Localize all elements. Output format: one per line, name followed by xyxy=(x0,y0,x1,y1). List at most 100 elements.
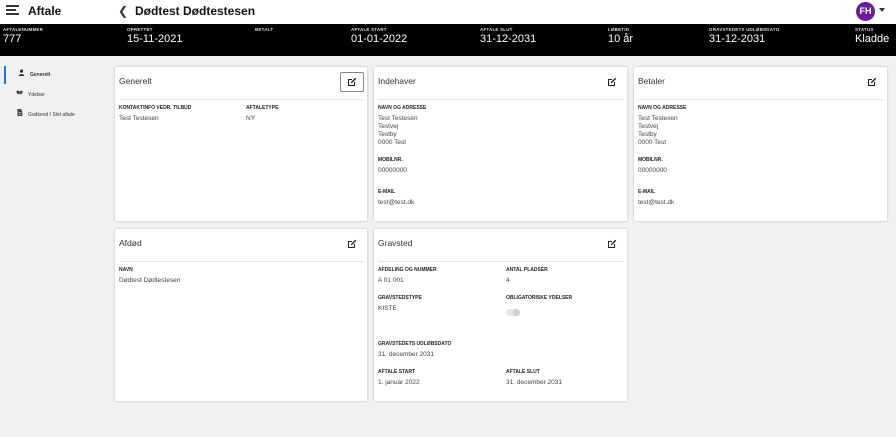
avatar[interactable]: FH xyxy=(856,2,875,21)
card-generelt: Generelt KONTAKTINFO VEDR. TILBUD Test T… xyxy=(115,67,367,221)
field-label: KONTAKTINFO VEDR. TILBUD xyxy=(119,105,192,111)
field-value: KISTE xyxy=(378,305,397,312)
field-value: NY xyxy=(246,115,256,122)
obligatoriske-ydelser-toggle[interactable] xyxy=(506,309,520,316)
card-title: Gravsted xyxy=(378,238,413,248)
field-label: MOBILNR. xyxy=(638,157,663,163)
field-label: AFTALE START xyxy=(378,369,416,375)
edit-icon xyxy=(868,77,877,86)
field-value: 31. december 2031 xyxy=(506,379,563,386)
document-icon xyxy=(16,106,23,124)
info-label: STATUS xyxy=(855,27,874,32)
sidebar-item-ydelser[interactable]: Ydelser xyxy=(4,86,108,104)
field-value: Dødtest Dødtestesen xyxy=(119,277,181,284)
info-label: LØBETID xyxy=(608,27,630,32)
edit-button[interactable] xyxy=(340,72,364,92)
sidebar-nav: Generelt Ydelser Godkend / Slet aftale xyxy=(0,56,110,437)
sidebar-item-godkend-slet[interactable]: Godkend / Slet aftale xyxy=(4,106,108,124)
field-value: A 01 001 xyxy=(378,277,404,284)
field-label: OBLIGATORISKE YDELSER xyxy=(506,295,573,301)
sidebar-item-label: Ydelser xyxy=(28,92,45,98)
card-indehaver: Indehaver NAVN OG ADRESSE Test Testesen … xyxy=(374,67,627,221)
address-line: 0000 Test xyxy=(378,139,407,146)
field-label: MOBILNR. xyxy=(378,157,403,163)
card-title: Indehaver xyxy=(378,76,416,86)
person-icon xyxy=(18,66,25,84)
field-label: NAVN OG ADRESSE xyxy=(378,105,427,111)
field-value: 4 xyxy=(506,277,510,284)
info-value: 10 år xyxy=(608,33,634,45)
info-label: OPRETTET xyxy=(127,27,153,32)
card-title: Generelt xyxy=(119,76,152,86)
field-label: AFTALETYPE xyxy=(246,105,279,111)
back-chevron-icon[interactable]: ❮ xyxy=(118,4,128,18)
sidebar-item-generelt[interactable]: Generelt xyxy=(4,66,108,84)
field-label: AFTALE SLUT xyxy=(506,369,540,375)
hamburger-menu-icon[interactable] xyxy=(6,5,19,18)
edit-icon xyxy=(608,239,617,248)
info-label: GRAVSTEDETS UDLØBSDATO xyxy=(709,27,780,32)
info-gravsted-udlob: GRAVSTEDETS UDLØBSDATO 31-12-2031 xyxy=(709,27,779,45)
edit-icon xyxy=(608,77,617,86)
edit-button[interactable] xyxy=(600,234,624,254)
info-betalt: BETALT xyxy=(255,27,273,33)
card-betaler: Betaler NAVN OG ADRESSE Test Testesen Te… xyxy=(634,67,887,221)
field-label: NAVN OG ADRESSE xyxy=(638,105,687,111)
edit-icon xyxy=(348,239,357,248)
card-title: Betaler xyxy=(638,76,665,86)
field-value: 00000000 xyxy=(378,167,407,174)
card-divider xyxy=(638,99,883,100)
info-label: BETALT xyxy=(255,27,274,32)
toggle-knob xyxy=(513,309,520,316)
card-divider xyxy=(119,99,363,100)
info-aftale-slut: AFTALE SLUT 31-12-2031 xyxy=(480,27,536,45)
field-value: 00000000 xyxy=(638,167,667,174)
edit-icon xyxy=(348,77,357,86)
field-value: 1. januar 2022 xyxy=(378,379,420,386)
field-label: GRAVSTEDSTYPE xyxy=(378,295,422,301)
address-line: 0000 Test xyxy=(638,139,667,146)
handshake-icon xyxy=(16,86,23,104)
info-aftale-start: AFTALE START 01-01-2022 xyxy=(351,27,407,45)
field-label: E-MAIL xyxy=(638,189,656,195)
sidebar-item-label: Generelt xyxy=(30,72,51,78)
page-title: Dødtest Dødtestesen xyxy=(135,4,256,18)
info-value: 777 xyxy=(3,33,22,45)
address-line: Testby xyxy=(378,131,397,138)
edit-button[interactable] xyxy=(860,72,884,92)
info-value: 31-12-2031 xyxy=(709,33,766,45)
field-value: test@test.dk xyxy=(638,199,675,206)
card-divider xyxy=(378,99,623,100)
card-divider xyxy=(119,261,363,262)
info-oprettet: OPRETTET 15-11-2021 xyxy=(127,27,182,45)
card-gravsted: Gravsted AFDELING OG NUMMER A 01 001 ANT… xyxy=(374,229,627,401)
address-line: Test Testesen xyxy=(378,115,418,122)
info-label: AFTALE START xyxy=(351,27,387,32)
app-bar: Aftale ❮ Dødtest Dødtestesen FH xyxy=(0,0,896,24)
field-label: AFDELING OG NUMMER xyxy=(378,267,437,273)
edit-button[interactable] xyxy=(340,234,364,254)
card-divider xyxy=(378,261,623,262)
app-title: Aftale xyxy=(28,4,62,18)
info-aftalenummer: AFTALENUMMER 777 xyxy=(3,27,43,45)
field-label: ANTAL PLADSER xyxy=(506,267,548,273)
address-line: Testby xyxy=(638,131,657,138)
edit-button[interactable] xyxy=(600,72,624,92)
agreement-info-bar: AFTALENUMMER 777 OPRETTET 15-11-2021 BET… xyxy=(0,24,896,56)
field-value: test@test.dk xyxy=(378,199,415,206)
info-lobetid: LØBETID 10 år xyxy=(608,27,633,45)
card-title: Afdød xyxy=(119,238,142,248)
info-label: AFTALE SLUT xyxy=(480,27,513,32)
field-value: Test Testesen xyxy=(119,115,159,122)
card-afdod: Afdød NAVN Dødtest Dødtestesen xyxy=(115,229,367,401)
info-value: Kladde xyxy=(855,33,890,45)
info-value: 31-12-2031 xyxy=(480,33,537,45)
caret-down-icon[interactable] xyxy=(879,8,885,12)
address-line: Test Testesen xyxy=(638,115,678,122)
address-line: Testvej xyxy=(638,123,659,130)
sidebar-item-label: Godkend / Slet aftale xyxy=(28,112,75,118)
info-status: STATUS Kladde xyxy=(855,27,889,45)
field-label: E-MAIL xyxy=(378,189,396,195)
info-label: AFTALENUMMER xyxy=(3,27,44,32)
info-value: 01-01-2022 xyxy=(351,33,408,45)
